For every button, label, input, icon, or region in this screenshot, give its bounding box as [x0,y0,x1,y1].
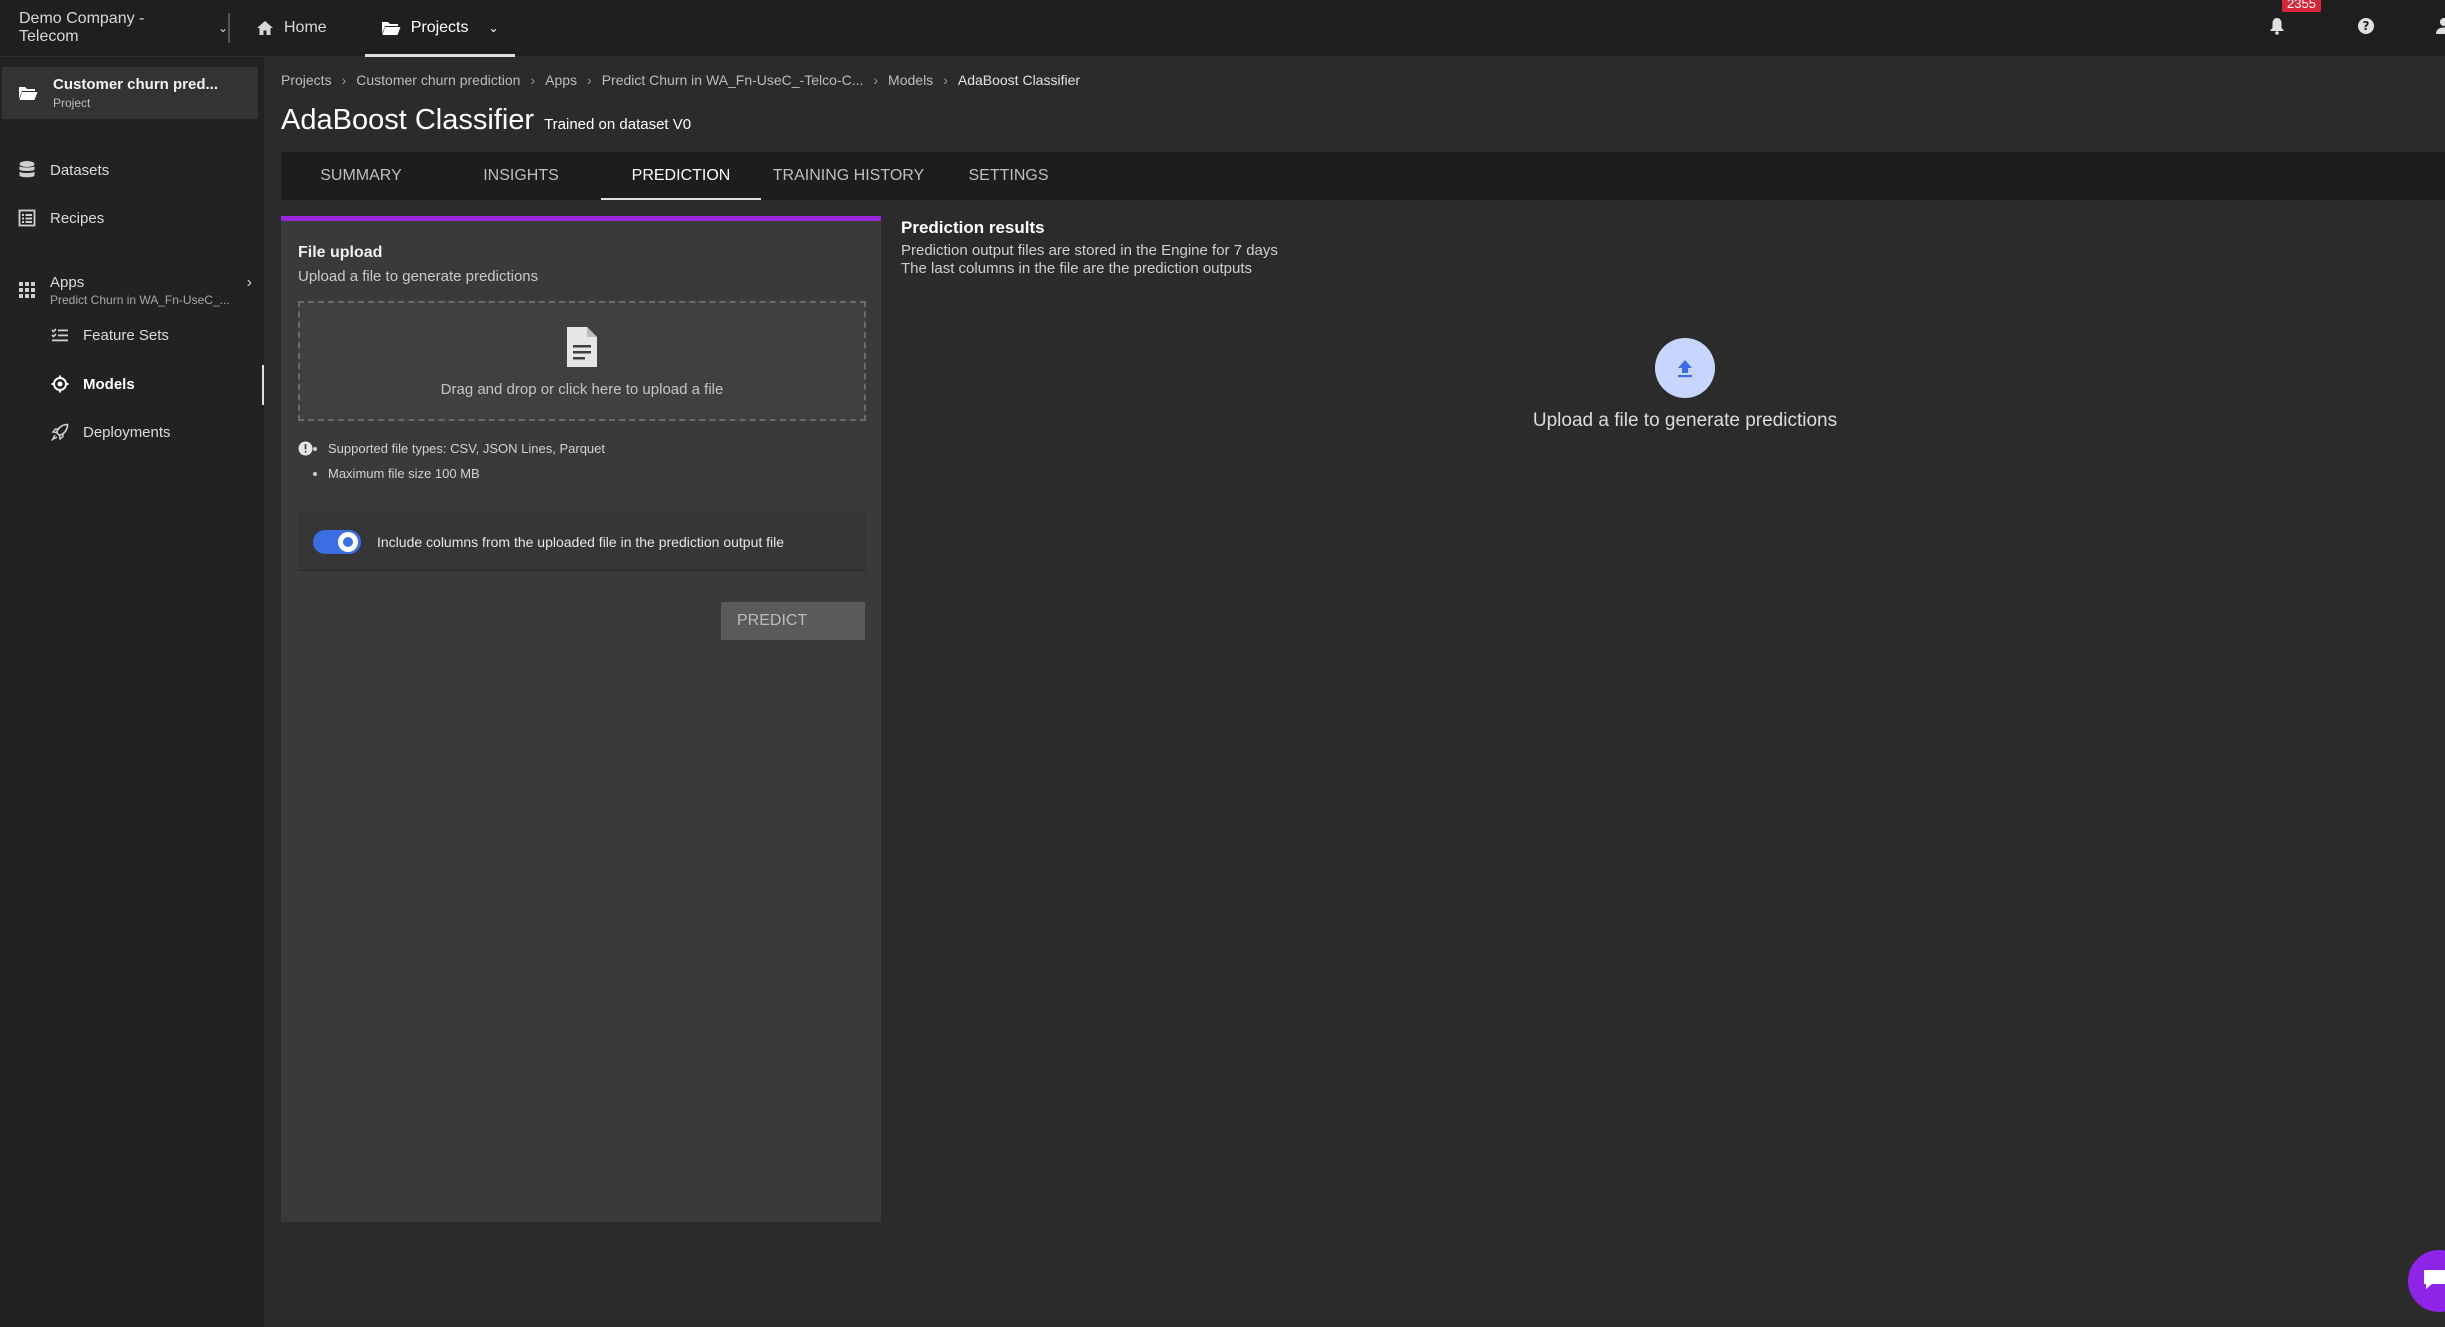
chat-icon [2424,1270,2445,1289]
chevron-right-icon: › [530,72,536,88]
results-info-line: The last columns in the file are the pre… [901,260,1253,277]
user-icon [2436,18,2445,34]
folder-open-icon [19,87,38,100]
nav-projects[interactable]: Projects ⌄ [364,0,515,57]
help-icon: ? [2358,18,2374,34]
nav-home-label: Home [284,19,327,36]
breadcrumb-item[interactable]: Projects [281,72,332,88]
results-title: Prediction results [901,218,1045,237]
file-upload-panel: File upload Upload a file to generate pr… [281,216,881,1222]
page-title: AdaBoost Classifier [281,104,535,136]
tab-prediction[interactable]: PREDICTION [601,152,761,200]
bell-icon [2270,18,2284,35]
top-bar: Demo Company - Telecom ⌄ Home Projects ⌄… [0,0,2445,57]
breadcrumb-current: AdaBoost Classifier [957,72,1081,88]
help-button[interactable]: ? [2357,17,2375,40]
divider [228,13,230,43]
sidebar-item-label: Datasets [50,161,110,179]
upload-info: Supported file types: CSV, JSON Lines, P… [298,436,605,486]
model-gear-icon [51,375,69,393]
predict-button[interactable]: PREDICT [721,602,865,640]
chevron-right-icon: › [341,72,347,88]
sidebar: Customer churn pred... Project Datasets … [0,57,264,1327]
sidebar-item-label: Feature Sets [83,326,169,344]
sidebar-item-deployments[interactable]: Deployments [0,412,264,452]
breadcrumb: Projects › Customer churn prediction › App… [281,72,1080,88]
upload-icon [1678,360,1692,378]
page-subtitle: Trained on dataset V0 [544,116,692,133]
nav-projects-label: Projects [410,19,469,36]
chevron-right-icon: › [943,72,948,88]
include-columns-card: Include columns from the uploaded file i… [298,513,866,571]
results-info-line: Prediction output files are stored in th… [901,242,1278,259]
sidebar-item-apps[interactable]: Apps Predict Churn in WA_Fn-UseC_... › [0,264,264,316]
dropzone-text: Drag and drop or click here to upload a … [440,380,724,398]
info-item: Supported file types: CSV, JSON Lines, P… [328,436,605,461]
apps-grid-icon [19,282,35,298]
company-selector[interactable]: Demo Company - Telecom ⌄ [0,0,228,57]
sidebar-item-sublabel: Predict Churn in WA_Fn-UseC_... [50,292,230,307]
tab-bar: SUMMARY INSIGHTS PREDICTION TRAINING HIS… [281,152,2445,200]
tab-training-history[interactable]: TRAINING HISTORY [761,152,936,200]
chevron-right-icon: › [587,72,592,88]
sidebar-project[interactable]: Customer churn pred... Project [2,67,258,119]
upload-icon-circle [1655,338,1715,398]
folder-open-icon [381,22,401,35]
sidebar-item-label: Deployments [83,423,171,441]
sidebar-item-feature-sets[interactable]: Feature Sets [0,315,264,355]
rocket-icon [51,423,69,441]
notifications-button[interactable]: 2355 [2269,0,2321,40]
home-icon [257,21,273,35]
notification-badge: 2355 [2282,0,2321,12]
feature-list-icon [51,328,68,342]
user-menu-button[interactable] [2435,17,2445,40]
tab-insights[interactable]: INSIGHTS [441,152,601,200]
chat-button[interactable] [2408,1250,2445,1312]
prediction-results: Prediction results Prediction output fil… [901,218,1278,277]
project-name: Customer churn pred... [53,76,219,93]
breadcrumb-item[interactable]: Predict Churn in WA_Fn-UseC_-Telco-C... [602,72,864,88]
file-icon [567,326,597,367]
include-columns-label: Include columns from the uploaded file i… [377,533,785,550]
file-dropzone[interactable]: Drag and drop or click here to upload a … [298,301,866,421]
chevron-right-icon[interactable]: › [247,274,252,292]
chevron-down-icon: ⌄ [217,21,228,35]
results-empty-message: Upload a file to generate predictions [1532,410,1838,431]
chevron-right-icon: › [873,72,879,88]
breadcrumb-item[interactable]: Customer churn prediction [356,72,520,88]
recipe-icon [18,209,36,227]
file-upload-subtitle: Upload a file to generate predictions [298,268,539,285]
title-row: AdaBoost Classifier Trained on dataset V… [281,104,691,137]
file-upload-title: File upload [298,244,383,261]
company-name: Demo Company - Telecom [19,10,145,45]
database-icon [19,161,35,178]
include-columns-toggle[interactable] [313,529,361,554]
tab-settings[interactable]: SETTINGS [936,152,1081,200]
sidebar-item-label: Apps [50,273,85,291]
tab-summary[interactable]: SUMMARY [281,152,441,200]
breadcrumb-item[interactable]: Models [888,72,933,88]
info-item: Maximum file size 100 MB [328,461,605,486]
chevron-down-icon[interactable]: ⌄ [488,21,498,35]
sidebar-item-label: Recipes [50,209,105,227]
sidebar-item-label: Models [83,375,135,393]
active-indicator [262,365,264,405]
project-type: Project [53,96,91,110]
sidebar-item-datasets[interactable]: Datasets [0,150,264,190]
info-icon [298,441,313,456]
sidebar-item-models[interactable]: Models [0,364,264,404]
nav-home[interactable]: Home [240,0,343,57]
svg-text:?: ? [2363,19,2370,33]
breadcrumb-item[interactable]: Apps [545,72,577,88]
sidebar-item-recipes[interactable]: Recipes [0,198,264,238]
